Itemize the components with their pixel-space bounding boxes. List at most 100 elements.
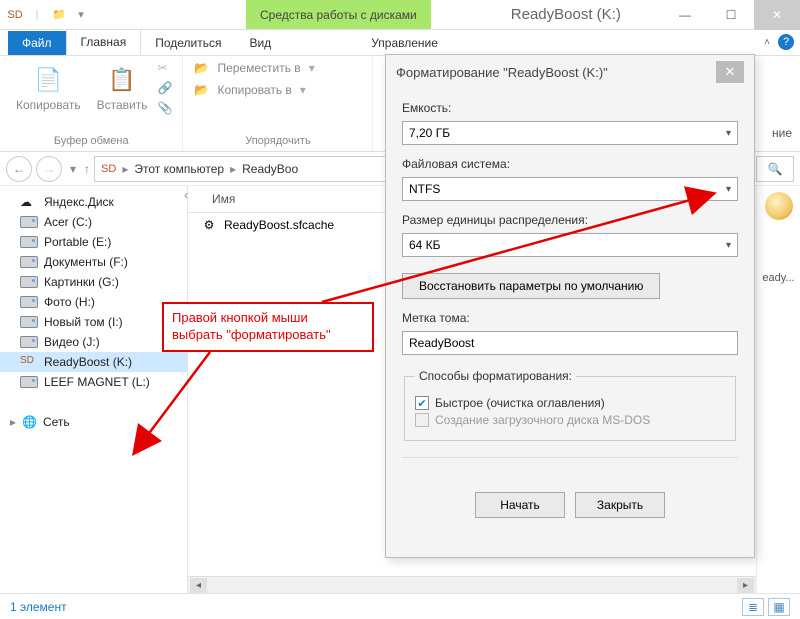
shell-icon [765,192,793,220]
checkbox-checked-icon[interactable]: ✔ [415,396,429,410]
copy-button[interactable]: 📄 Копировать [10,60,87,116]
ribbon-tabs: Файл Главная Поделиться Вид Управление ˄… [0,30,800,56]
nav-item-documents-f[interactable]: Документы (F:) [0,252,187,272]
recent-locations-icon[interactable]: ▾ [66,162,80,176]
start-button[interactable]: Начать [475,492,565,518]
nav-label: Фото (H:) [44,295,95,309]
capacity-value: 7,20 ГБ [409,126,450,140]
file-name: ReadyBoost.sfcache [224,218,334,232]
msdos-boot-option: Создание загрузочного диска MS-DOS [415,413,725,427]
copy-to-label: Копировать в [217,83,291,97]
forward-button[interactable]: → [36,156,62,182]
nav-item-leef-l[interactable]: LEEF MAGNET (L:) [0,372,187,392]
nav-label: Acer (C:) [44,215,92,229]
network-icon: 🌐 [22,415,37,429]
paste-shortcut-icon[interactable]: 📎 [158,101,173,115]
capacity-select[interactable]: 7,20 ГБ ▾ [402,121,738,145]
details-view-button[interactable]: ≣ [742,598,764,616]
msdos-label: Создание загрузочного диска MS-DOS [435,413,650,427]
nav-item-yandex-disk[interactable]: ☁ Яндекс.Диск [0,192,187,212]
copy-label: Копировать [16,98,81,112]
drive-icon [20,256,38,268]
nav-item-pictures-g[interactable]: Картинки (G:) [0,272,187,292]
allocation-select[interactable]: 64 КБ ▾ [402,233,738,257]
chevron-down-icon: ▾ [726,184,731,195]
collapse-ribbon-icon[interactable]: ˄ [764,37,770,48]
annotation-line1: Правой кнопкой мыши [172,310,364,327]
minimize-button[interactable]: — [662,0,708,30]
volume-label-input[interactable] [402,331,738,355]
horizontal-scrollbar[interactable]: ◂ ▸ [188,576,756,593]
nav-item-network[interactable]: ▸ 🌐 Сеть [0,412,187,432]
new-folder-icon[interactable]: 📁 [50,6,68,24]
open-group-fragment: ние [772,126,792,140]
nav-splitter-chevron-icon[interactable]: ‹ [184,188,188,202]
maximize-button[interactable]: ☐ [708,0,754,30]
addr-root[interactable]: Этот компьютер [134,162,224,176]
nav-item-portable-e[interactable]: Portable (E:) [0,232,187,252]
chevron-down-icon: ▾ [726,240,731,251]
window-controls: — ☐ ✕ [662,0,800,30]
right-strip: eady... [756,186,800,593]
nav-label: ReadyBoost (K:) [44,355,132,369]
addr-drive[interactable]: ReadyBoo [242,162,298,176]
nav-label: Новый том (I:) [44,315,123,329]
copy-to-button[interactable]: 📂 Копировать в▾ [193,82,362,98]
help-icon[interactable]: ? [778,34,794,50]
copy-path-icon[interactable]: 🔗 [158,81,173,95]
scroll-right-icon[interactable]: ▸ [737,578,754,593]
nav-label: Сеть [43,415,70,429]
format-methods-legend: Способы форматирования: [415,369,576,383]
nav-label: Документы (F:) [44,255,128,269]
filesystem-label: Файловая система: [402,157,738,171]
tab-view[interactable]: Вид [235,31,285,55]
restore-defaults-button[interactable]: Восстановить параметры по умолчанию [402,273,660,299]
up-button[interactable]: ↑ [84,162,90,176]
cloud-icon: ☁ [20,195,38,209]
paste-icon: 📋 [106,64,138,96]
clipboard-group: 📄 Копировать 📋 Вставить ✂ 🔗 📎 Буфер обме… [0,56,183,151]
drive-icon [20,336,38,348]
drive-icon [20,376,38,388]
tab-manage[interactable]: Управление [357,31,452,55]
qa-divider: | [28,6,46,24]
drive-icon [20,236,38,248]
icons-view-button[interactable]: ▦ [768,598,790,616]
dialog-close-button[interactable]: ✕ [716,61,744,83]
scroll-left-icon[interactable]: ◂ [190,578,207,593]
drive-icon [20,276,38,288]
move-to-icon: 📂 [193,60,209,76]
filesystem-select[interactable]: NTFS ▾ [402,177,738,201]
app-icon: SD [6,6,24,24]
allocation-label: Размер единицы распределения: [402,213,738,227]
navigation-pane: ☁ Яндекс.Диск Acer (C:) Portable (E:) До… [0,186,188,593]
chevron-right-icon: ▸ [230,162,236,176]
contextual-tab-header: Средства работы с дисками [246,0,431,29]
checkbox-disabled-icon [415,413,429,427]
nav-item-photo-h[interactable]: Фото (H:) [0,292,187,312]
nav-item-readyboost-k[interactable]: SD ReadyBoost (K:) [0,352,187,372]
move-to-label: Переместить в [217,61,300,75]
tab-file[interactable]: Файл [8,31,66,55]
tab-home[interactable]: Главная [66,29,142,55]
tab-share[interactable]: Поделиться [141,31,235,55]
qa-dropdown-icon[interactable]: ▾ [72,6,90,24]
status-bar: 1 элемент ≣ ▦ [0,593,800,619]
back-button[interactable]: ← [6,156,32,182]
copy-icon: 📄 [32,64,64,96]
close-dialog-button[interactable]: Закрыть [575,492,665,518]
cut-icon[interactable]: ✂ [158,61,173,75]
search-button[interactable]: 🔍 [756,156,794,182]
quick-format-option[interactable]: ✔ Быстрое (очистка оглавления) [415,396,725,410]
nav-item-video-j[interactable]: Видео (J:) [0,332,187,352]
paste-button[interactable]: 📋 Вставить [91,60,154,116]
dialog-titlebar: Форматирование "ReadyBoost (K:)" ✕ [386,55,754,89]
nav-item-acer-c[interactable]: Acer (C:) [0,212,187,232]
title-bar: SD | 📁 ▾ Средства работы с дисками Ready… [0,0,800,30]
window-title: ReadyBoost (K:) [511,6,621,23]
nav-label: Картинки (G:) [44,275,119,289]
nav-item-newvol-i[interactable]: Новый том (I:) [0,312,187,332]
move-to-button[interactable]: 📂 Переместить в▾ [193,60,362,76]
close-button[interactable]: ✕ [754,0,800,30]
nav-label: Видео (J:) [44,335,100,349]
